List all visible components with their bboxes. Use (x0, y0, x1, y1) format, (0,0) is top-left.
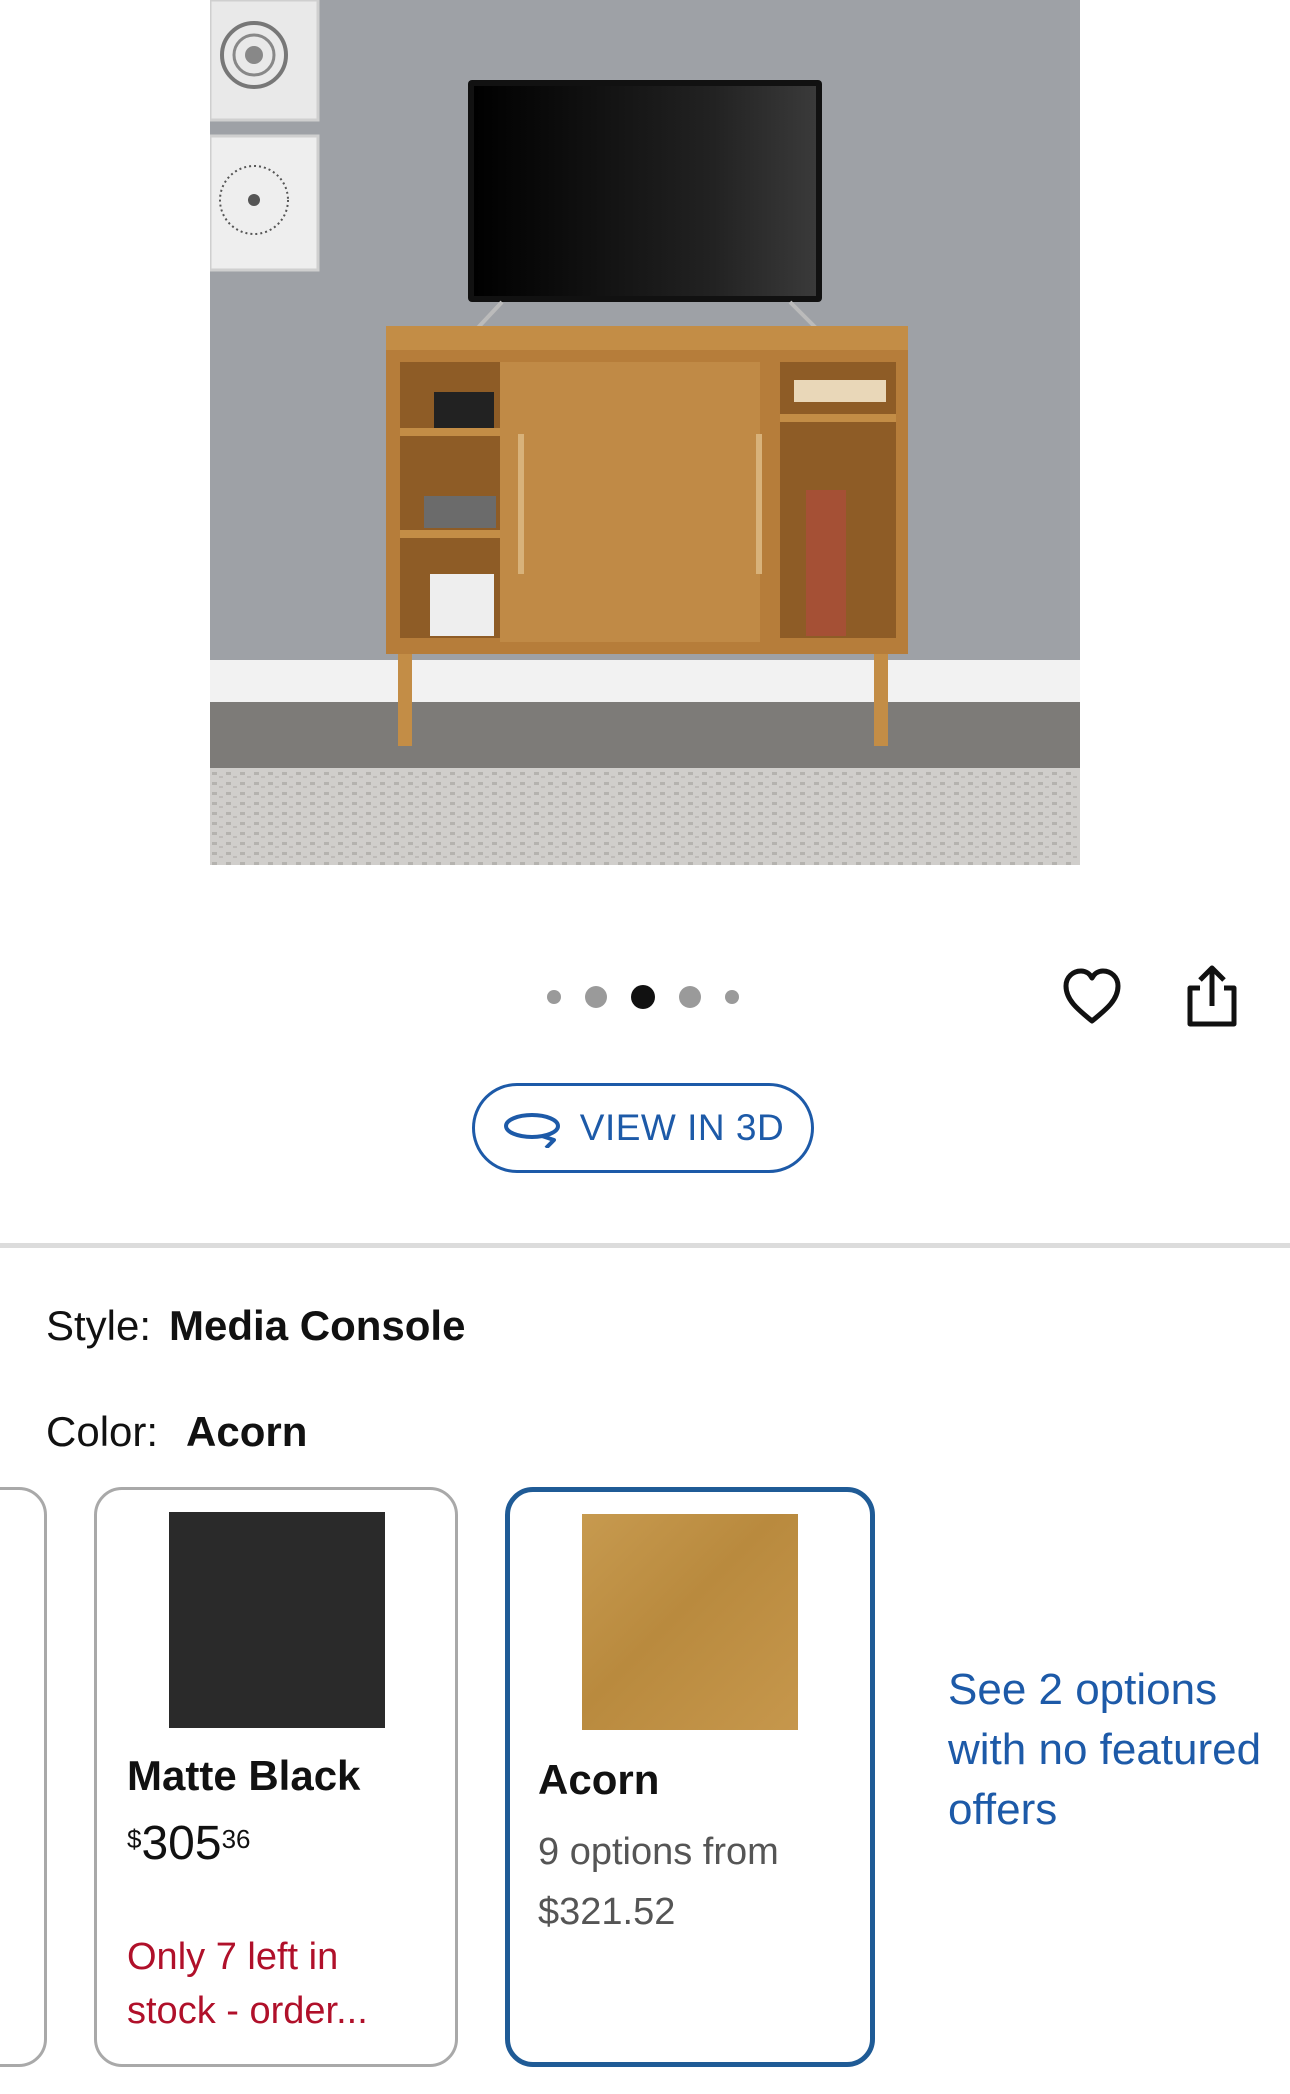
swatch-options-text: 9 options from $321.52 (538, 1831, 779, 1933)
view-in-3d-label: VIEW IN 3D (579, 1107, 785, 1148)
swatch-card-acorn-selected[interactable]: Acorn 9 options from $321.52 (505, 1487, 875, 2067)
view-in-3d-button[interactable]: VIEW IN 3D (472, 1083, 814, 1173)
section-divider (0, 1243, 1290, 1248)
share-icon (1187, 965, 1237, 1027)
color-value: Acorn (186, 1408, 308, 1455)
carousel-dot[interactable] (725, 990, 739, 1004)
color-label: Color: (46, 1408, 159, 1455)
carousel-dot[interactable] (679, 986, 701, 1008)
color-selector: Color: Acorn (46, 1408, 307, 1456)
media-console-photo (210, 0, 1080, 865)
price-dollars: 305 (141, 1817, 222, 1870)
carousel-dot[interactable] (547, 990, 561, 1004)
swatch-name: Matte Black (127, 1752, 361, 1799)
color-swatch-acorn (582, 1514, 798, 1730)
price-currency: $ (127, 1824, 142, 1854)
favorite-button[interactable] (1060, 965, 1124, 1029)
carousel-dot[interactable] (585, 986, 607, 1008)
swatch-name: Acorn (538, 1756, 660, 1803)
share-button[interactable] (1180, 962, 1244, 1030)
carousel-dot-active[interactable] (631, 985, 655, 1009)
heart-icon (1063, 968, 1121, 1024)
stock-warning: Only 7 left in stock - order... (127, 1936, 368, 2032)
style-label: Style: (46, 1302, 152, 1349)
swatch-card-matte-black[interactable]: Matte Black $30536 Only 7 left in stock … (94, 1487, 458, 2067)
rotate-3d-icon (503, 1113, 560, 1148)
carousel-dots[interactable] (535, 985, 751, 1009)
see-more-options-link[interactable]: See 2 options with no featured offers (948, 1660, 1268, 1840)
color-swatch-matte-black (169, 1512, 385, 1728)
price-cents: 36 (221, 1824, 251, 1854)
swatch-price: $30536 (127, 1816, 250, 1871)
style-value: Media Console (169, 1302, 466, 1349)
style-selector: Style: Media Console (46, 1302, 465, 1350)
product-image[interactable] (210, 0, 1080, 865)
swatch-card-previous[interactable] (0, 1487, 47, 2067)
